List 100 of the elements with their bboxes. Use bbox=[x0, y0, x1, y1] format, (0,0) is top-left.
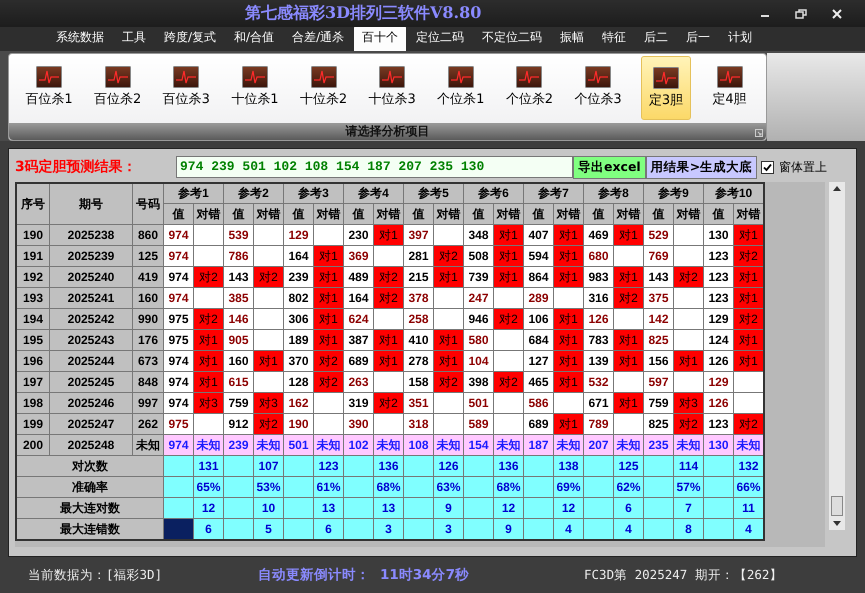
table-cell: 4 bbox=[734, 518, 764, 540]
table-cell: 158 bbox=[404, 372, 434, 392]
table-cell: 136 bbox=[494, 456, 524, 476]
scroll-up-icon[interactable] bbox=[833, 186, 841, 191]
table-cell: 974 bbox=[164, 392, 194, 414]
result-field[interactable]: 974 239 501 102 108 154 187 207 235 130 bbox=[176, 156, 573, 178]
table-cell: 190 bbox=[284, 414, 314, 434]
table-cell: 187 bbox=[524, 434, 554, 456]
checkbox[interactable] bbox=[761, 160, 774, 174]
ribbon-button[interactable]: 个位杀2 bbox=[497, 56, 562, 118]
table-cell: 对2 bbox=[374, 266, 404, 288]
table-cell: 419 bbox=[132, 266, 164, 288]
table-cell bbox=[734, 392, 764, 414]
table-cell: 对2 bbox=[314, 350, 344, 372]
countdown-label: 自动更新倒计时： bbox=[258, 566, 370, 584]
table-cell: 53% bbox=[254, 476, 284, 498]
latest-draw-label: FC3D第 2025247 期开：【262】 bbox=[584, 566, 782, 584]
table-cell: 对2 bbox=[194, 308, 224, 330]
menu-tab[interactable]: 合差/通杀 bbox=[284, 25, 352, 51]
ribbon-button[interactable]: 十位杀3 bbox=[360, 56, 424, 118]
column-header: 对错 bbox=[734, 204, 764, 224]
table-cell: 9 bbox=[434, 498, 464, 518]
ribbon-button[interactable]: 百位杀3 bbox=[154, 56, 218, 118]
ribbon-button[interactable]: 十位杀1 bbox=[222, 56, 287, 118]
table-cell: 未知 bbox=[554, 434, 584, 456]
ribbon-button[interactable]: 定3胆 bbox=[640, 56, 692, 120]
table-cell: 465 bbox=[524, 372, 554, 392]
table-cell: 2025246 bbox=[50, 392, 132, 414]
table-cell: 143 bbox=[224, 266, 254, 288]
table-cell: 192 bbox=[16, 266, 50, 288]
dialog-launcher-icon[interactable] bbox=[755, 129, 763, 137]
table-cell: 348 bbox=[464, 224, 494, 246]
menu-tab[interactable]: 不定位二码 bbox=[474, 25, 550, 51]
table-cell bbox=[494, 414, 524, 434]
column-header: 对错 bbox=[554, 204, 584, 224]
heartbeat-monitor-icon bbox=[585, 66, 612, 88]
menu-tab[interactable]: 百十个 bbox=[354, 25, 406, 51]
table-cell[interactable] bbox=[164, 498, 194, 518]
table-cell: 对2 bbox=[734, 246, 764, 266]
ribbon-caption: 请选择分析项目 bbox=[346, 123, 430, 140]
row-header: 最大连对数 bbox=[16, 498, 164, 518]
table-cell: 对1 bbox=[194, 372, 224, 392]
ribbon-button[interactable]: 定4胆 bbox=[697, 56, 762, 118]
menu-tab[interactable]: 特征 bbox=[594, 25, 634, 51]
menu-tab[interactable]: 和/合值 bbox=[226, 25, 282, 51]
column-header: 对错 bbox=[494, 204, 524, 224]
ribbon-button[interactable]: 百位杀2 bbox=[86, 56, 150, 118]
column-header: 号码 bbox=[132, 183, 164, 224]
column-header: 值 bbox=[344, 204, 374, 224]
table-cell: 4 bbox=[554, 518, 584, 540]
table-cell bbox=[674, 224, 704, 246]
table-cell[interactable] bbox=[164, 476, 194, 498]
ribbon-button[interactable]: 十位杀2 bbox=[292, 56, 356, 118]
table-cell: 对1 bbox=[554, 330, 584, 350]
ribbon-button[interactable]: 个位杀3 bbox=[566, 56, 630, 118]
menu-tab[interactable]: 系统数据 bbox=[48, 25, 112, 51]
ribbon-button[interactable]: 个位杀1 bbox=[428, 56, 493, 118]
table-cell: 2025247 bbox=[50, 414, 132, 434]
table-cell: 57% bbox=[674, 476, 704, 498]
menu-tab[interactable]: 定位二码 bbox=[408, 25, 472, 51]
menu-tab[interactable]: 计划 bbox=[720, 25, 760, 51]
table-cell bbox=[254, 224, 284, 246]
table-cell: 215 bbox=[404, 266, 434, 288]
table-cell bbox=[254, 246, 284, 266]
heartbeat-monitor-icon bbox=[104, 66, 131, 88]
column-header: 对错 bbox=[254, 204, 284, 224]
table-cell: 689 bbox=[524, 414, 554, 434]
table-cell: 对2 bbox=[374, 392, 404, 414]
table-cell: 263 bbox=[344, 372, 374, 392]
export-button[interactable]: 导出excel bbox=[573, 156, 646, 178]
table-cell: 983 bbox=[584, 266, 614, 288]
table-cell: 974 bbox=[164, 434, 194, 456]
table-cell bbox=[434, 224, 464, 246]
table-cell: 195 bbox=[16, 330, 50, 350]
table-cell[interactable] bbox=[164, 456, 194, 476]
table-cell: 190 bbox=[16, 224, 50, 246]
scrollbar-thumb[interactable] bbox=[831, 496, 843, 516]
table-cell[interactable] bbox=[164, 518, 194, 540]
table-cell: 318 bbox=[404, 414, 434, 434]
column-header: 对错 bbox=[194, 204, 224, 224]
menu-tab[interactable]: 工具 bbox=[114, 25, 154, 51]
menu-tab[interactable]: 跨度/复式 bbox=[156, 25, 224, 51]
generate-button[interactable]: 用结果>生成大底 bbox=[646, 156, 758, 178]
menu-tab[interactable]: 后二 bbox=[636, 25, 676, 51]
restore-icon[interactable] bbox=[795, 8, 807, 18]
result-label: 3码定胆预测结果： bbox=[15, 158, 138, 176]
table-cell: 对1 bbox=[614, 266, 644, 288]
table-cell: 对1 bbox=[734, 224, 764, 246]
table-cell: 825 bbox=[644, 330, 674, 350]
column-header: 值 bbox=[284, 204, 314, 224]
scroll-down-icon[interactable] bbox=[833, 521, 841, 526]
ribbon-button[interactable]: 百位杀1 bbox=[17, 56, 82, 118]
table-cell: 759 bbox=[224, 392, 254, 414]
table-cell: 589 bbox=[464, 414, 494, 434]
vertical-scrollbar[interactable] bbox=[829, 182, 845, 530]
table-cell: 189 bbox=[284, 330, 314, 350]
menu-tab[interactable]: 振幅 bbox=[552, 25, 592, 51]
close-icon[interactable] bbox=[831, 8, 843, 20]
table-cell bbox=[254, 330, 284, 350]
menu-tab[interactable]: 后一 bbox=[678, 25, 718, 51]
